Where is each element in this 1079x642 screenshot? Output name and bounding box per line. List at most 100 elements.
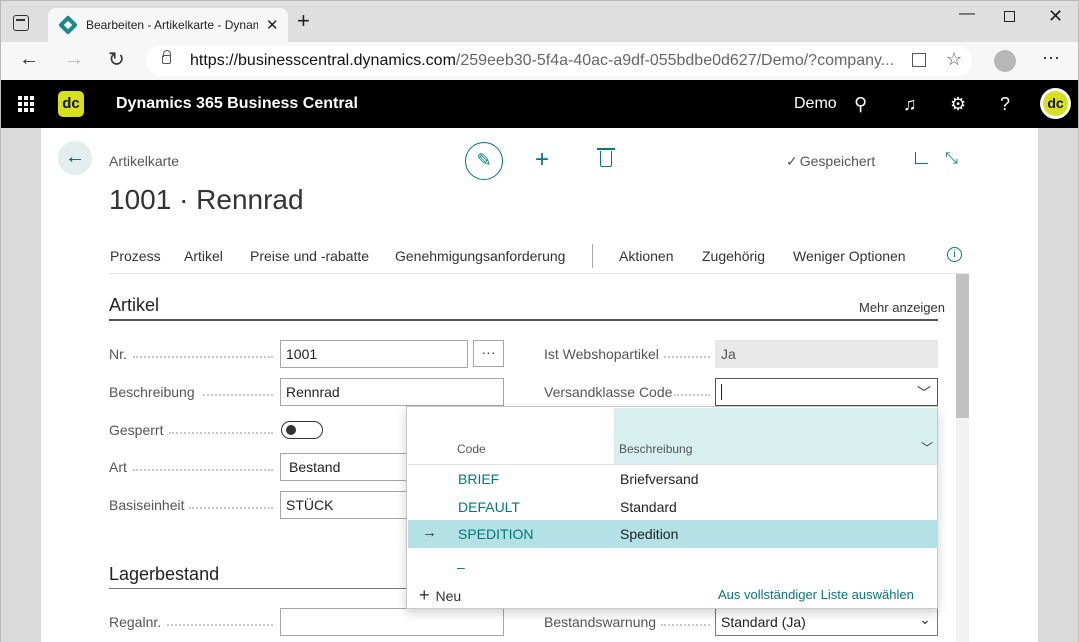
leader-dots bbox=[674, 394, 710, 396]
lookup-code[interactable]: DEFAULT bbox=[458, 499, 520, 515]
app-title[interactable]: Dynamics 365 Business Central bbox=[116, 95, 358, 113]
column-header-beschreibung[interactable]: Beschreibung bbox=[619, 442, 692, 456]
chevron-down-icon[interactable]: ﹀ bbox=[921, 439, 933, 456]
url-field[interactable]: https://businesscentral.dynamics.com/259… bbox=[146, 46, 972, 76]
forward-arrow-icon[interactable]: → bbox=[64, 48, 84, 71]
lookup-empty-row[interactable]: – bbox=[457, 559, 465, 575]
versandklasse-code-input[interactable]: ﹀ bbox=[715, 378, 938, 406]
toggle-knob bbox=[286, 425, 296, 435]
browser-tab-bar: Bearbeiten - Artikelkarte - Dynamics 365… bbox=[0, 0, 1079, 43]
field-label-basiseinheit: Basiseinheit bbox=[109, 497, 185, 513]
lookup-row[interactable]: BRIEF Briefversand bbox=[408, 465, 938, 493]
delete-trash-icon[interactable] bbox=[597, 148, 615, 167]
add-icon[interactable]: + bbox=[535, 146, 549, 174]
lookup-desc: Spedition bbox=[620, 526, 679, 542]
text-cursor bbox=[721, 384, 722, 400]
gesperrt-toggle[interactable] bbox=[281, 421, 323, 439]
column-header-code[interactable]: Code bbox=[457, 442, 486, 456]
user-avatar[interactable]: dc bbox=[1040, 88, 1071, 119]
basiseinheit-field[interactable]: STÜCK bbox=[280, 491, 410, 519]
action-zugehoerig[interactable]: Zugehörig bbox=[702, 248, 765, 264]
back-button[interactable]: ← bbox=[58, 141, 92, 175]
leader-dots bbox=[661, 624, 710, 626]
lookup-code[interactable]: BRIEF bbox=[458, 471, 499, 487]
leader-dots bbox=[203, 394, 273, 396]
collapse-icon[interactable]: ⤡ bbox=[945, 150, 958, 168]
field-label-nr: Nr. bbox=[109, 346, 127, 362]
art-select[interactable]: Bestand bbox=[280, 453, 410, 481]
app-launcher-icon[interactable] bbox=[18, 96, 34, 112]
maximize-window-button[interactable] bbox=[1004, 11, 1015, 22]
action-artikel[interactable]: Artikel bbox=[184, 248, 223, 264]
bestandswarnung-select[interactable]: Standard (Ja) ⌄ bbox=[715, 608, 938, 636]
reload-icon[interactable]: ↻ bbox=[108, 47, 125, 72]
back-arrow-icon[interactable]: ← bbox=[19, 48, 39, 71]
help-icon[interactable]: ? bbox=[1000, 94, 1010, 115]
address-bar: ← → ↻ https://businesscentral.dynamics.c… bbox=[0, 42, 1079, 80]
new-tab-button[interactable]: + bbox=[297, 10, 310, 32]
field-label-bestandswarnung: Bestandswarnung bbox=[544, 614, 657, 630]
versandklasse-lookup: Code Beschreibung ﹀ BRIEF Briefversand D… bbox=[406, 406, 938, 609]
regalnr-field[interactable] bbox=[280, 608, 504, 636]
section-divider bbox=[109, 319, 938, 321]
company-name[interactable]: Demo bbox=[794, 95, 837, 113]
new-button[interactable]: + Neu bbox=[419, 585, 461, 606]
company-logo: dc bbox=[58, 91, 84, 117]
lookup-row[interactable]: DEFAULT Standard bbox=[408, 493, 938, 521]
browser-tab[interactable]: Bearbeiten - Artikelkarte - Dynamics 365… bbox=[48, 8, 288, 43]
lookup-row-selected[interactable]: → SPEDITION Spedition bbox=[408, 520, 938, 548]
lookup-desc: Briefversand bbox=[620, 471, 699, 487]
open-in-new-window-icon[interactable] bbox=[915, 152, 928, 164]
scrollbar-thumb[interactable] bbox=[956, 274, 969, 418]
lock-icon bbox=[162, 50, 171, 64]
action-bar: Prozess Artikel Preise und -rabatte Gene… bbox=[109, 234, 969, 274]
profile-avatar[interactable] bbox=[994, 50, 1016, 72]
field-label-webshop: Ist Webshopartikel bbox=[544, 346, 659, 362]
tab-close-icon[interactable]: ✕ bbox=[266, 16, 279, 34]
lookup-desc: Standard bbox=[620, 499, 677, 515]
app-header: dc Dynamics 365 Business Central Demo ⚲ … bbox=[0, 80, 1079, 128]
page-title: 1001 · Rennrad bbox=[109, 184, 304, 215]
leader-dots bbox=[189, 507, 273, 509]
action-separator bbox=[592, 244, 593, 268]
lookup-header bbox=[408, 408, 614, 464]
assist-edit-button[interactable]: ··· bbox=[473, 340, 504, 367]
url-text[interactable]: https://businesscentral.dynamics.com/259… bbox=[190, 52, 896, 70]
select-from-full-list-link[interactable]: Aus vollständiger Liste auswählen bbox=[718, 587, 914, 602]
webshop-field: Ja bbox=[715, 340, 938, 368]
action-weniger-optionen[interactable]: Weniger Optionen bbox=[793, 248, 906, 264]
app-available-icon[interactable] bbox=[912, 53, 926, 67]
edit-pencil-icon[interactable]: ✎ bbox=[465, 142, 503, 180]
business-central-favicon-icon bbox=[58, 15, 78, 35]
field-label-art: Art bbox=[109, 459, 127, 475]
section-title-artikel[interactable]: Artikel bbox=[109, 295, 159, 316]
beschreibung-field[interactable]: Rennrad bbox=[280, 378, 504, 406]
action-genehmigung[interactable]: Genehmigungsanforderung bbox=[395, 248, 565, 264]
info-icon[interactable]: i bbox=[947, 247, 962, 262]
field-label-regalnr: Regalnr. bbox=[109, 614, 162, 630]
leader-dots bbox=[169, 432, 273, 434]
bell-icon[interactable]: ♫ bbox=[903, 94, 917, 115]
chevron-down-icon[interactable]: ﹀ bbox=[917, 383, 931, 403]
breadcrumb: Artikelkarte bbox=[109, 153, 180, 169]
leader-dots bbox=[133, 469, 273, 471]
action-prozess[interactable]: Prozess bbox=[110, 248, 161, 264]
browser-menu-icon[interactable]: ⋯ bbox=[1042, 48, 1060, 69]
action-aktionen[interactable]: Aktionen bbox=[619, 248, 673, 264]
minimize-window-button[interactable]: — bbox=[959, 5, 975, 23]
gear-icon[interactable]: ⚙ bbox=[950, 94, 966, 115]
close-window-button[interactable]: ✕ bbox=[1048, 6, 1063, 27]
nr-field[interactable]: 1001 bbox=[280, 340, 468, 368]
plus-icon: + bbox=[419, 585, 430, 605]
favorite-star-icon[interactable]: ☆ bbox=[946, 49, 962, 70]
chevron-down-icon: ⌄ bbox=[919, 611, 931, 627]
action-preise[interactable]: Preise und -rabatte bbox=[250, 248, 369, 264]
lookup-code[interactable]: SPEDITION bbox=[458, 526, 533, 542]
check-icon: ✓ bbox=[786, 153, 798, 169]
show-more-link[interactable]: Mehr anzeigen bbox=[859, 300, 945, 315]
search-icon[interactable]: ⚲ bbox=[854, 94, 867, 115]
section-title-lagerbestand[interactable]: Lagerbestand bbox=[109, 564, 219, 585]
leader-dots bbox=[664, 356, 710, 358]
field-label-beschreibung: Beschreibung bbox=[109, 384, 195, 400]
tab-actions-icon[interactable] bbox=[13, 15, 29, 31]
